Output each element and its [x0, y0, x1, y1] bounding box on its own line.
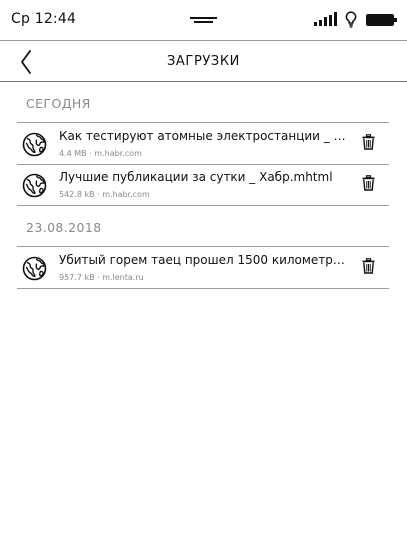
row-divider: [17, 205, 389, 206]
item-title: Убитый горем таец прошел 1500 километров…: [59, 253, 351, 267]
row-divider: [17, 122, 389, 123]
status-bar: Ср 12:44: [0, 0, 407, 40]
globe-icon: [22, 132, 47, 157]
section-label-today: СЕГОДНЯ: [26, 96, 91, 111]
row-divider: [17, 288, 389, 289]
globe-icon: [22, 173, 47, 198]
trash-icon[interactable]: [362, 258, 375, 274]
panel-handle-icon[interactable]: [190, 17, 217, 23]
item-title: Как тестируют атомные электростанции _ Х…: [59, 129, 351, 143]
signal-icon: [314, 12, 337, 26]
item-title: Лучшие публикации за сутки _ Хабр.mhtml: [59, 170, 333, 184]
trash-icon[interactable]: [362, 175, 375, 191]
globe-icon: [22, 256, 47, 281]
header-divider: [0, 81, 407, 82]
downloads-screen: Ср 12:44 ЗАГРУЗКИ СЕГОДНЯ Как тестируют …: [0, 0, 407, 550]
page-title: ЗАГРУЗКИ: [166, 54, 240, 69]
bulb-icon: [345, 11, 357, 28]
item-meta: 957.7 kB · m.lenta.ru: [59, 273, 144, 282]
header: ЗАГРУЗКИ: [0, 41, 407, 81]
download-item[interactable]: Лучшие публикации за сутки _ Хабр.mhtml …: [17, 165, 389, 205]
trash-icon[interactable]: [362, 134, 375, 150]
item-meta: 542.8 kB · m.habr.com: [59, 190, 150, 199]
status-time: Ср 12:44: [11, 11, 77, 27]
section-label-date: 23.08.2018: [26, 220, 102, 235]
item-meta: 4.4 MB · m.habr.com: [59, 149, 142, 158]
battery-icon: [366, 14, 397, 26]
download-item[interactable]: Как тестируют атомные электростанции _ Х…: [17, 124, 389, 164]
row-divider: [17, 246, 389, 247]
download-item[interactable]: Убитый горем таец прошел 1500 километров…: [17, 248, 389, 288]
